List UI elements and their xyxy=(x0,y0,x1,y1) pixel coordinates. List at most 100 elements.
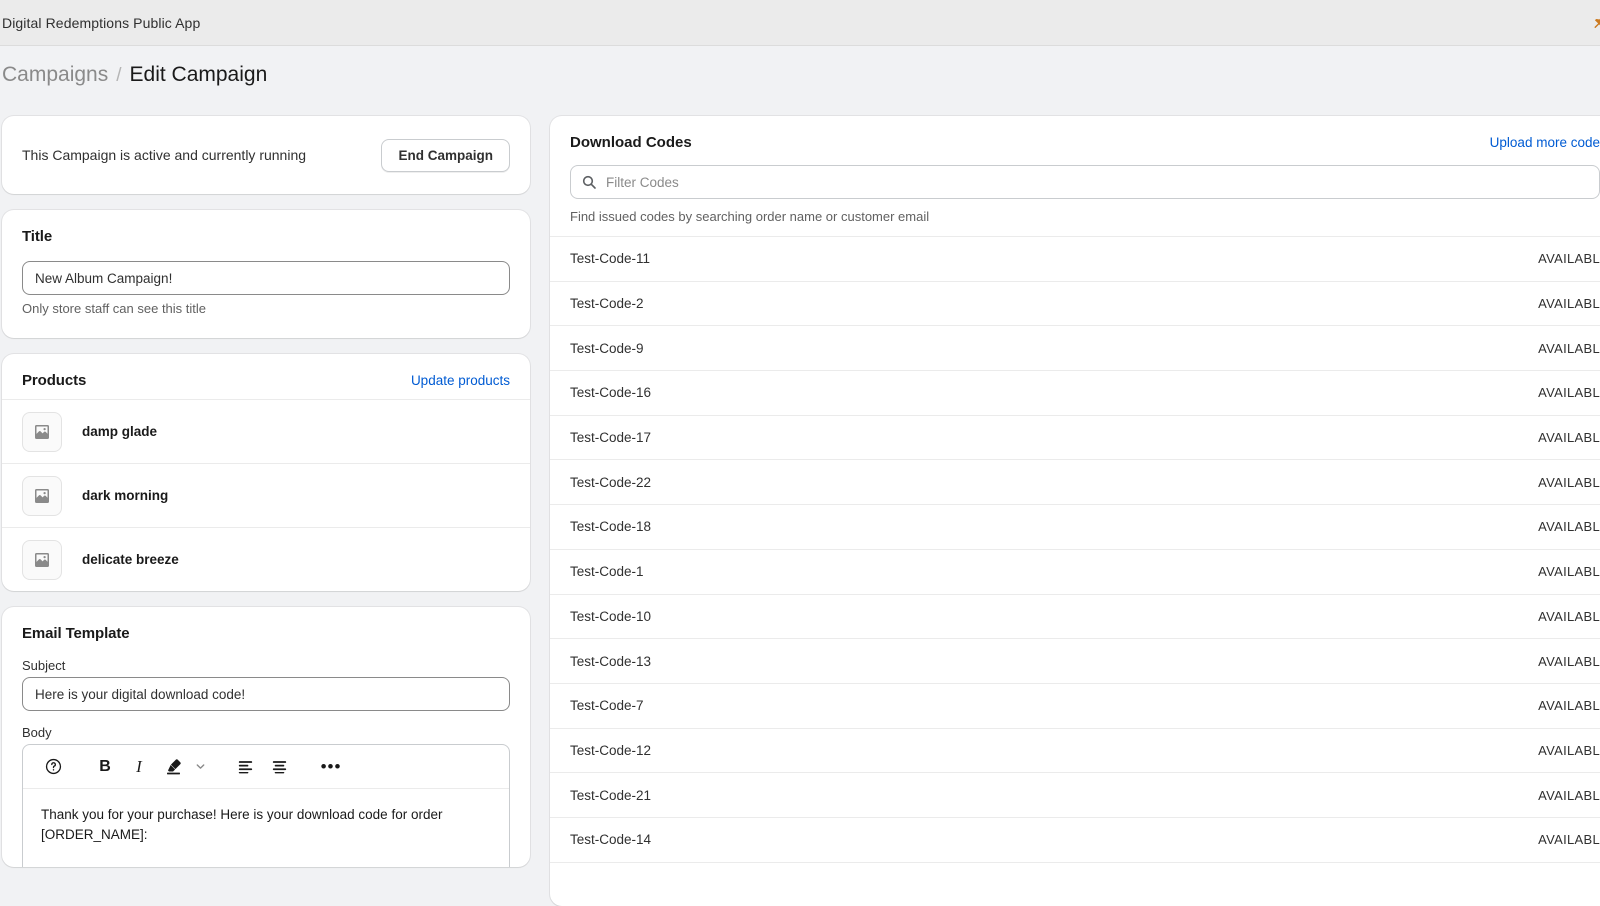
code-row[interactable]: Test-Code-17 AVAILABL xyxy=(550,416,1600,461)
products-card-heading: Products xyxy=(22,372,87,389)
breadcrumb-link-campaigns[interactable]: Campaigns xyxy=(2,63,108,87)
app-topbar-actions xyxy=(1590,0,1600,46)
code-row[interactable]: Test-Code-7 AVAILABL xyxy=(550,684,1600,729)
status-badge: AVAILABL xyxy=(1538,787,1600,803)
code-name: Test-Code-21 xyxy=(570,787,652,803)
code-row[interactable]: Test-Code-21 AVAILABL xyxy=(550,773,1600,818)
status-badge: AVAILABL xyxy=(1538,519,1600,535)
email-template-heading: Email Template xyxy=(22,625,130,642)
filter-codes-input[interactable] xyxy=(570,165,1600,199)
codes-help-text: Find issued codes by searching order nam… xyxy=(570,209,930,224)
left-column: This Campaign is active and currently ru… xyxy=(2,116,530,867)
product-title: delicate breeze xyxy=(82,552,179,567)
page-title: Edit Campaign xyxy=(129,63,268,86)
code-row[interactable]: Test-Code-1 AVAILABL xyxy=(550,550,1600,595)
products-card-header: Products Update products xyxy=(2,354,530,399)
breadcrumb-bar: Campaigns / Edit Campaign xyxy=(0,46,1600,104)
code-name: Test-Code-14 xyxy=(570,832,652,848)
codes-search-wrapper xyxy=(550,151,1600,199)
image-placeholder-icon xyxy=(22,475,62,516)
search-box xyxy=(570,165,1600,199)
product-title: damp glade xyxy=(82,424,158,439)
code-row[interactable]: Test-Code-18 AVAILABL xyxy=(550,505,1600,550)
download-codes-card: Download Codes Upload more code Filter C… xyxy=(550,116,1600,906)
status-badge: AVAILABL xyxy=(1538,296,1600,312)
align-left-icon[interactable] xyxy=(229,751,261,783)
status-badge: AVAILABL xyxy=(1538,653,1600,669)
code-row[interactable]: Test-Code-10 AVAILABL xyxy=(550,595,1600,640)
help-icon[interactable] xyxy=(37,751,69,783)
code-name: Test-Code-16 xyxy=(570,385,652,401)
breadcrumb: Campaigns / Edit Campaign xyxy=(2,63,267,87)
app-viewport: Digital Redemptions Public App Campaigns… xyxy=(0,0,1600,906)
end-campaign-button[interactable]: End Campaign xyxy=(381,138,510,172)
code-row[interactable]: Test-Code-16 AVAILABL xyxy=(550,371,1600,416)
product-list-item[interactable]: dark morning xyxy=(2,463,530,527)
status-badge: AVAILABL xyxy=(1538,832,1600,848)
editor-toolbar: B I ••• xyxy=(23,745,509,789)
code-name: Test-Code-17 xyxy=(570,430,652,446)
download-codes-header: Download Codes Upload more code xyxy=(550,116,1600,151)
update-products-link[interactable]: Update products xyxy=(411,373,510,388)
code-name: Test-Code-13 xyxy=(570,653,652,669)
status-badge: AVAILABL xyxy=(1538,340,1600,356)
code-row[interactable]: Test-Code-14 AVAILABL xyxy=(550,818,1600,863)
code-name: Test-Code-10 xyxy=(570,608,652,624)
campaign-title-help: Only store staff can see this title xyxy=(22,301,207,316)
status-badge: AVAILABL xyxy=(1538,251,1600,267)
app-topbar: Digital Redemptions Public App xyxy=(0,0,1600,46)
products-card: Products Update products damp glade dark… xyxy=(2,354,530,591)
product-list-item[interactable]: delicate breeze xyxy=(2,527,530,591)
highlighter-icon[interactable] xyxy=(157,751,189,783)
more-options-icon[interactable]: ••• xyxy=(315,751,347,783)
campaign-title-input[interactable] xyxy=(22,261,510,295)
italic-icon[interactable]: I xyxy=(123,751,155,783)
code-name: Test-Code-2 xyxy=(570,296,644,312)
status-badge: AVAILABL xyxy=(1538,608,1600,624)
code-name: Test-Code-9 xyxy=(570,340,644,356)
align-center-icon[interactable] xyxy=(263,751,295,783)
title-card-heading: Title xyxy=(22,228,53,245)
page-body: This Campaign is active and currently ru… xyxy=(0,104,1600,906)
status-badge: AVAILABL xyxy=(1538,474,1600,490)
status-badge: AVAILABL xyxy=(1538,742,1600,758)
product-list-item[interactable]: damp glade xyxy=(2,399,530,463)
pin-icon[interactable] xyxy=(1590,13,1600,33)
email-body-content[interactable]: Thank you for your purchase! Here is you… xyxy=(23,789,509,867)
bold-icon[interactable]: B xyxy=(89,751,121,783)
code-row[interactable]: Test-Code-22 AVAILABL xyxy=(550,460,1600,506)
email-body-label: Body xyxy=(22,725,52,740)
status-badge: AVAILABL xyxy=(1538,564,1600,580)
image-placeholder-icon xyxy=(22,411,62,452)
status-badge: AVAILABL xyxy=(1538,430,1600,446)
code-name: Test-Code-18 xyxy=(570,519,652,535)
campaign-status-card: This Campaign is active and currently ru… xyxy=(2,116,530,194)
code-name: Test-Code-7 xyxy=(570,698,644,714)
code-row[interactable]: Test-Code-12 AVAILABL xyxy=(550,729,1600,774)
code-row[interactable]: Test-Code-2 AVAILABL xyxy=(550,282,1600,327)
code-row[interactable]: Test-Code-11 AVAILABL xyxy=(550,237,1600,282)
code-name: Test-Code-12 xyxy=(570,742,652,758)
code-row[interactable]: Test-Code-13 AVAILABL xyxy=(550,639,1600,684)
code-name: Test-Code-22 xyxy=(570,474,652,490)
email-subject-block: Subject xyxy=(22,658,510,711)
chevron-down-icon[interactable] xyxy=(191,751,209,783)
email-subject-input[interactable] xyxy=(22,677,510,711)
status-badge: AVAILABL xyxy=(1538,698,1600,714)
image-placeholder-icon xyxy=(22,539,62,580)
email-template-card: Email Template Subject Body xyxy=(2,607,530,867)
download-codes-heading: Download Codes xyxy=(570,134,692,151)
code-row[interactable]: Test-Code-9 AVAILABL xyxy=(550,326,1600,372)
email-body-editor: B I ••• Thank you for your purchase! Her… xyxy=(22,744,510,867)
email-subject-label: Subject xyxy=(22,658,66,673)
upload-more-codes-link[interactable]: Upload more code xyxy=(1490,135,1600,150)
product-title: dark morning xyxy=(82,488,169,503)
code-name: Test-Code-1 xyxy=(570,564,644,580)
breadcrumb-separator: / xyxy=(116,65,122,86)
app-title: Digital Redemptions Public App xyxy=(2,14,201,31)
right-column: Download Codes Upload more code Filter C… xyxy=(550,116,1600,906)
title-card: Title Only store staff can see this titl… xyxy=(2,210,530,338)
status-badge: AVAILABL xyxy=(1538,385,1600,401)
codes-list: Test-Code-11 AVAILABL Test-Code-2 AVAILA… xyxy=(550,236,1600,863)
campaign-status-text: This Campaign is active and currently ru… xyxy=(22,147,307,163)
